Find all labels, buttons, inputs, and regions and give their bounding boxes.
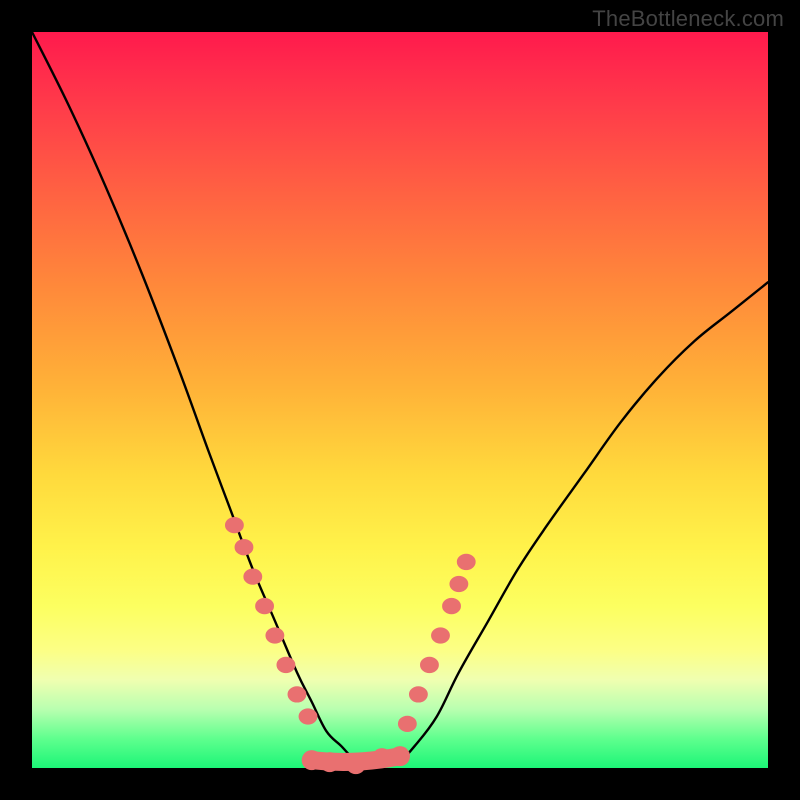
marker-dot [244, 569, 262, 584]
marker-dot [288, 687, 306, 702]
marker-dot [398, 716, 416, 731]
valley-worm [302, 746, 410, 774]
marker-dot [421, 657, 439, 672]
valley-bead [372, 748, 392, 768]
valley-bead [302, 750, 322, 770]
marker-dot [432, 628, 450, 643]
marker-dot [256, 598, 274, 613]
left-marker-group [225, 517, 316, 724]
chart-svg [32, 32, 768, 768]
bottleneck-curve [32, 32, 768, 765]
marker-dot [277, 657, 295, 672]
marker-dot [225, 517, 243, 532]
right-marker-group [398, 554, 475, 731]
valley-bead [390, 746, 410, 766]
valley-bead [346, 754, 366, 774]
chart-plot-area [32, 32, 768, 768]
marker-dot [457, 554, 475, 569]
marker-dot [443, 598, 461, 613]
marker-dot [450, 576, 468, 591]
marker-dot [409, 687, 427, 702]
valley-bead [320, 752, 340, 772]
marker-dot [235, 540, 253, 555]
marker-dot [266, 628, 284, 643]
marker-dot [299, 709, 317, 724]
watermark-text: TheBottleneck.com [592, 6, 784, 32]
chart-frame: TheBottleneck.com [0, 0, 800, 800]
